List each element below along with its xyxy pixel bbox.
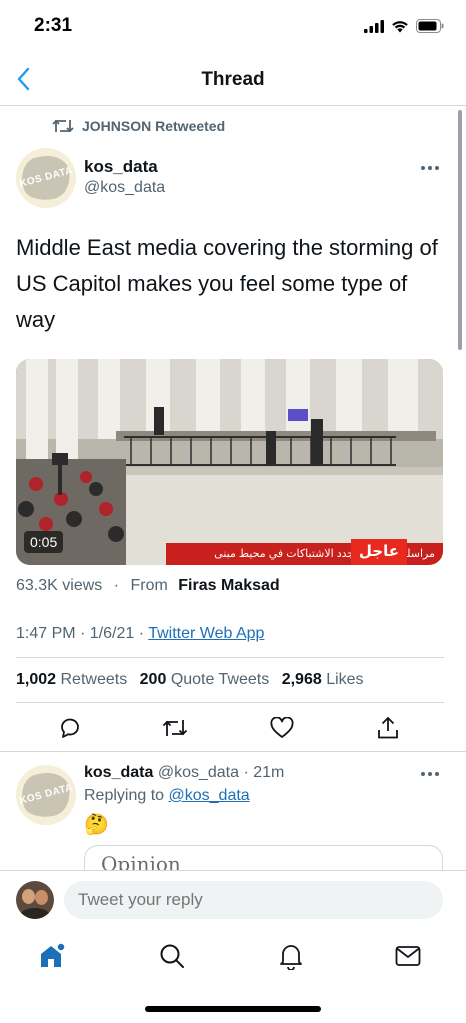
more-icon <box>421 166 439 170</box>
tab-home[interactable] <box>36 940 68 972</box>
quotes-count: 200 <box>139 671 167 688</box>
retweet-banner[interactable]: JOHNSON Retweeted <box>52 118 225 134</box>
scroll-indicator[interactable] <box>458 110 462 350</box>
search-icon <box>160 944 184 968</box>
page-title: Thread <box>201 69 265 90</box>
retweets-count: 1,002 <box>16 671 57 688</box>
reply-more-button[interactable] <box>418 764 442 784</box>
home-indicator[interactable] <box>145 1006 321 1012</box>
tweet-more-button[interactable] <box>418 158 442 178</box>
reply-text: 🤔 <box>84 814 109 836</box>
replying-to-label: Replying to <box>84 787 165 804</box>
quotes-label: Quote Tweets <box>170 671 270 688</box>
share-button[interactable] <box>373 713 403 743</box>
divider <box>16 702 444 703</box>
reply-author-handle[interactable]: @kos_data <box>158 764 239 781</box>
thread-header: Thread <box>0 56 466 106</box>
from-label: From <box>130 577 168 594</box>
retweets-stat[interactable]: 1,002 Retweets <box>16 671 127 688</box>
view-count: 63.3K views <box>16 577 103 594</box>
divider <box>16 657 444 658</box>
likes-stat[interactable]: 2,968 Likes <box>282 671 364 688</box>
like-button[interactable] <box>267 713 297 743</box>
timestamp-row: 1:47 PM · 1/6/21 · Twitter Web App <box>16 625 264 643</box>
video-frame-illustration <box>16 359 443 565</box>
avatar-face <box>35 890 48 905</box>
reply-time: · 21m <box>243 764 285 781</box>
video-duration: 0:05 <box>24 531 64 553</box>
author-avatar[interactable]: KOS DATA <box>16 148 76 208</box>
status-icons <box>364 19 444 33</box>
status-time: 2:31 <box>34 15 73 36</box>
status-bar: 2:31 <box>0 0 466 54</box>
tweet-actions <box>0 713 466 745</box>
views-separator: · <box>113 577 120 594</box>
retweet-button[interactable] <box>160 713 190 743</box>
reply-composer <box>0 870 466 928</box>
home-icon <box>41 942 66 967</box>
replying-to: Replying to @kos_data <box>84 787 250 805</box>
author-name[interactable]: kos_data <box>84 157 158 177</box>
retweet-small-icon <box>52 119 74 133</box>
reply-icon <box>61 718 79 738</box>
quotes-stat[interactable]: 200 Quote Tweets <box>140 671 270 688</box>
tweet-video[interactable]: 0:05 مراسلة الجزيرة: تجدد الاشتباكات في … <box>16 359 443 565</box>
notifications-icon <box>280 945 302 970</box>
battery-icon <box>416 19 444 33</box>
avatar-face <box>22 889 35 904</box>
signal-icon <box>364 19 384 33</box>
likes-count: 2,968 <box>281 671 322 688</box>
views-row: 63.3K views · From Firas Maksad <box>16 577 280 595</box>
reply-button[interactable] <box>55 713 85 743</box>
like-icon <box>270 717 294 738</box>
reply-author-avatar[interactable]: KOS DATA <box>16 765 76 825</box>
video-source-link[interactable]: Firas Maksad <box>178 577 279 594</box>
section-divider <box>0 751 466 752</box>
client-link[interactable]: Twitter Web App <box>148 625 264 642</box>
tweet-timestamp: 1:47 PM · 1/6/21 · <box>16 625 149 642</box>
tab-notifications[interactable] <box>275 940 307 972</box>
bottom-tab-bar <box>0 928 466 988</box>
reply-header: kos_data @kos_data · 21m <box>84 764 284 782</box>
avatar-body <box>20 908 50 919</box>
more-icon <box>421 772 439 776</box>
share-icon <box>378 716 398 739</box>
retweet-icon <box>162 720 188 736</box>
wifi-icon <box>392 20 408 32</box>
reply-author-name[interactable]: kos_data <box>84 764 153 781</box>
retweets-label: Retweets <box>60 671 128 688</box>
current-user-avatar[interactable] <box>16 881 54 919</box>
replying-to-handle[interactable]: @kos_data <box>169 787 250 804</box>
retweet-banner-label: JOHNSON Retweeted <box>82 118 226 134</box>
tab-search[interactable] <box>156 940 188 972</box>
reply-input[interactable] <box>64 881 443 919</box>
tweet-text: Middle East media covering the storming … <box>16 235 438 332</box>
messages-icon <box>395 946 421 966</box>
breaking-badge: عاجل <box>350 539 407 565</box>
author-handle[interactable]: @kos_data <box>84 179 165 197</box>
engagement-stats: 1,002 Retweets 200 Quote Tweets 2,968 Li… <box>16 671 364 689</box>
likes-label: Likes <box>326 671 364 688</box>
tab-messages[interactable] <box>392 940 424 972</box>
